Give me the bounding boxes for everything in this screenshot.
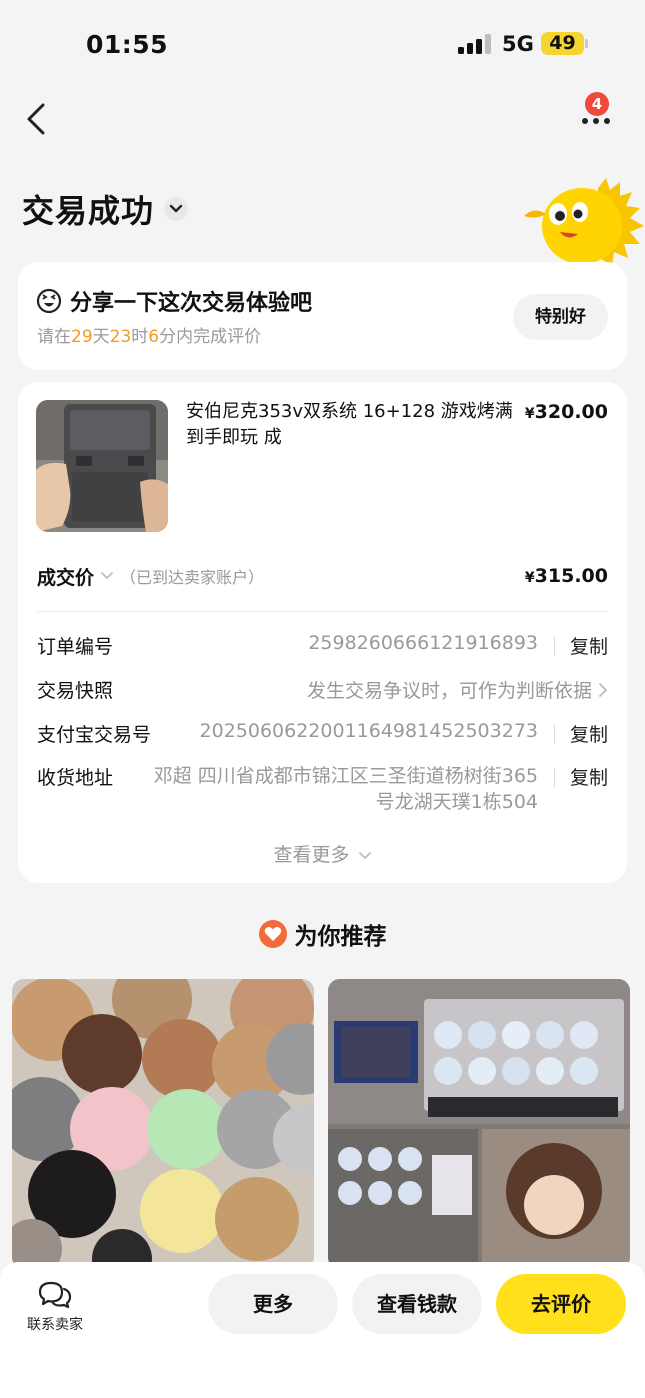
recommend-header: 为你推荐 <box>0 917 645 951</box>
alipay-trade-number-label: 支付宝交易号 <box>37 724 152 746</box>
battery-icon: 49 <box>541 32 584 55</box>
page-title: 交易成功 <box>22 192 155 230</box>
divider <box>37 611 608 612</box>
review-deadline: 请在29天23时6分内完成评价 <box>37 327 262 347</box>
minutes-left: 6 <box>148 327 160 347</box>
chevron-down-icon <box>358 852 371 860</box>
deal-price-value: ¥315.00 <box>524 565 608 587</box>
shipping-address-row: 收货地址 邓超 四川省成都市锦江区三圣街道杨树街365号龙湖天璞1栋504 复制 <box>37 763 608 817</box>
contact-seller-button[interactable]: 联系卖家 <box>20 1280 90 1334</box>
view-payment-button[interactable]: 查看钱款 <box>352 1274 482 1334</box>
order-card: 安伯尼克353v双系统 16+128 游戏烤满 到手即玩 成 ¥320.00 成… <box>18 382 627 883</box>
more-menu-button[interactable]: 4 <box>576 92 620 132</box>
product-title[interactable]: 安伯尼克353v双系统 16+128 游戏烤满 到手即玩 成 <box>186 399 516 451</box>
signal-icon <box>458 34 492 54</box>
trade-snapshot-row[interactable]: 交易快照 发生交易争议时，可作为判断依据 <box>37 676 608 702</box>
days-left: 29 <box>71 327 93 347</box>
review-title-row: 分享一下这次交易体验吧 <box>36 285 312 317</box>
copy-alipay-number-button[interactable]: 复制 <box>570 720 608 747</box>
copy-address-button[interactable]: 复制 <box>570 763 608 790</box>
more-button[interactable]: 更多 <box>208 1274 338 1334</box>
review-card: 分享一下这次交易体验吧 请在29天23时6分内完成评价 特别好 <box>18 262 627 370</box>
status-bar: 01:55 5G 49 <box>0 0 645 88</box>
order-number-row: 订单编号 2598260666121916893 复制 <box>37 632 608 658</box>
trade-snapshot-value: 发生交易争议时，可作为判断依据 <box>306 680 592 702</box>
battery-cap <box>585 39 588 48</box>
notification-badge: 4 <box>585 92 609 116</box>
bottom-action-bar: 联系卖家 更多 查看钱款 去评价 <box>0 1262 645 1398</box>
deal-price-label: 成交价 <box>37 566 95 589</box>
recommend-item-image[interactable] <box>12 979 314 1269</box>
product-thumbnail[interactable] <box>36 400 168 532</box>
chat-bubble-icon <box>38 1281 72 1309</box>
heart-icon <box>258 920 287 948</box>
see-more-button[interactable]: 查看更多 <box>18 840 627 867</box>
alipay-trade-number-value: 2025060622001164981452503273 <box>199 720 538 742</box>
separator <box>554 767 555 787</box>
trade-snapshot-label: 交易快照 <box>37 680 114 702</box>
product-price: ¥320.00 <box>524 401 608 423</box>
mascot-fish-icon <box>524 178 644 266</box>
order-number-label: 订单编号 <box>37 636 114 658</box>
network-type: 5G <box>502 32 534 56</box>
review-title: 分享一下这次交易体验吧 <box>70 291 313 316</box>
deal-price-note: （已到达卖家账户） <box>120 568 265 587</box>
deal-price-row[interactable]: 成交价 （已到达卖家账户） ¥315.00 <box>37 562 608 590</box>
shipping-address-value: 邓超 四川省成都市锦江区三圣街道杨树街365号龙湖天璞1栋504 <box>153 765 538 813</box>
smile-face-icon <box>36 288 62 314</box>
hours-left: 23 <box>109 327 132 347</box>
rate-excellent-button[interactable]: 特别好 <box>513 294 608 340</box>
alipay-trade-number-row: 支付宝交易号 2025060622001164981452503273 复制 <box>37 720 608 746</box>
chevron-down-icon <box>164 197 189 221</box>
separator <box>554 636 555 656</box>
recommend-title: 为你推荐 <box>294 924 387 950</box>
separator <box>554 724 555 744</box>
status-time: 01:55 <box>86 30 169 59</box>
chevron-right-icon <box>599 683 608 697</box>
copy-order-number-button[interactable]: 复制 <box>570 632 608 659</box>
contact-seller-label: 联系卖家 <box>27 1317 83 1333</box>
back-button[interactable] <box>20 100 56 138</box>
chevron-left-icon <box>27 103 45 135</box>
recommend-item-image[interactable] <box>328 979 630 1269</box>
chevron-down-icon <box>101 572 113 580</box>
shipping-address-label: 收货地址 <box>37 767 114 789</box>
order-number-value: 2598260666121916893 <box>308 632 538 654</box>
go-review-button[interactable]: 去评价 <box>496 1274 626 1334</box>
page-title-group[interactable]: 交易成功 <box>22 186 189 232</box>
